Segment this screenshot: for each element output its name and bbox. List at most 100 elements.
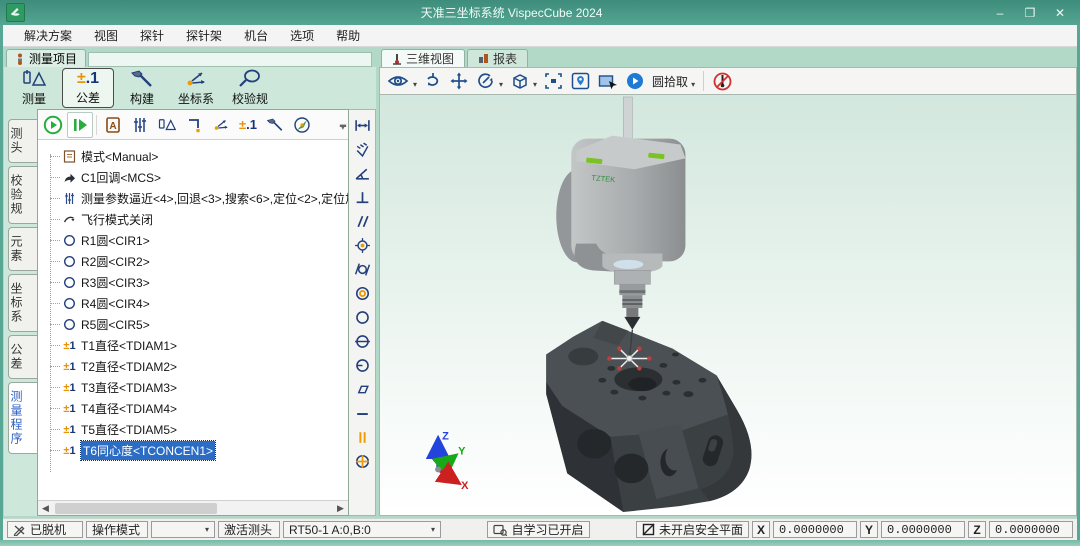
tolerance-category-button[interactable]: ±.1 公差: [62, 68, 114, 108]
tree-horizontal-scrollbar[interactable]: ◀ ▶: [38, 500, 348, 515]
construct-category-button[interactable]: 构建: [116, 68, 168, 108]
coordinate-system-category-button[interactable]: 坐标系: [170, 68, 222, 108]
params-icon: [61, 192, 78, 205]
op-mode-dropdown[interactable]: ▾: [151, 521, 215, 538]
run-button[interactable]: [40, 112, 66, 138]
straightness-icon[interactable]: [350, 402, 374, 425]
perpendicularity-icon[interactable]: [350, 186, 374, 209]
project-tab-strip: [88, 52, 372, 67]
tree-item-fly-mode[interactable]: 飞行模式关闭: [44, 209, 348, 230]
window-title: 天准三坐标系统 VispecCube 2024: [31, 4, 992, 21]
chevron-down-icon[interactable]: ▾: [413, 80, 417, 89]
cylindricity-icon[interactable]: [350, 258, 374, 281]
menu-view[interactable]: 视图: [83, 27, 129, 44]
tab-report[interactable]: 报表: [467, 49, 528, 67]
menu-solution[interactable]: 解决方案: [13, 27, 83, 44]
fit-view-button[interactable]: [541, 69, 566, 93]
circle-icon: [61, 297, 78, 310]
menu-machine[interactable]: 机台: [233, 27, 279, 44]
measure-params-button[interactable]: [127, 112, 153, 138]
symmetry-icon[interactable]: [350, 426, 374, 449]
tree-item-params[interactable]: 测量参数逼近<4>,回退<3>,搜索<6>,定位<2>,定位加<2>,测: [44, 188, 348, 209]
concentricity-icon[interactable]: [350, 282, 374, 305]
tree-item-circle[interactable]: R5圆<CIR5>: [44, 314, 348, 335]
parallelism-icon[interactable]: [350, 210, 374, 233]
tree-item-circle[interactable]: R4圆<CIR4>: [44, 293, 348, 314]
maximize-button[interactable]: ❐: [1022, 6, 1038, 20]
angularity-icon[interactable]: [350, 138, 374, 161]
auto-label-button[interactable]: A: [100, 112, 126, 138]
self-learn-status[interactable]: 自学习已开启: [487, 521, 589, 538]
menu-options[interactable]: 选项: [279, 27, 325, 44]
circle-line-icon[interactable]: [350, 330, 374, 353]
tolerance-icon: ±1: [61, 361, 78, 373]
tab-gauge[interactable]: 校验规: [8, 166, 37, 224]
chevron-down-icon[interactable]: ▾: [533, 80, 537, 89]
menu-help[interactable]: 帮助: [325, 27, 371, 44]
measure-element-button[interactable]: [154, 112, 180, 138]
distance-icon[interactable]: [350, 114, 374, 137]
circularity-icon[interactable]: [350, 306, 374, 329]
menu-probe-rack[interactable]: 探针架: [175, 27, 233, 44]
tree-item-tolerance[interactable]: ±1 T3直径<TDIAM3>: [44, 377, 348, 398]
safety-plane-status[interactable]: 未开启安全平面: [636, 521, 749, 538]
tab-3d-view[interactable]: 三维视图: [381, 49, 465, 67]
measure-category-button[interactable]: 测量: [8, 68, 60, 108]
select-window-button[interactable]: [595, 69, 621, 93]
minimize-button[interactable]: –: [992, 6, 1008, 20]
tree-item-circle[interactable]: R2圆<CIR2>: [44, 251, 348, 272]
tolerance-small-icon: ±.1: [239, 117, 257, 132]
project-tab-label: 测量项目: [29, 50, 77, 67]
view-cube-button[interactable]: [507, 69, 532, 93]
corner-feature-button[interactable]: [181, 112, 207, 138]
visibility-button[interactable]: [384, 69, 412, 93]
3d-viewport[interactable]: TZTEK: [379, 95, 1077, 516]
tree-item-tolerance[interactable]: ±1 T4直径<TDIAM4>: [44, 398, 348, 419]
gauge-category-button[interactable]: 校验规: [224, 68, 276, 108]
orbit-button[interactable]: [421, 69, 445, 93]
tree-item-circle[interactable]: R3圆<CIR3>: [44, 272, 348, 293]
tab-probe[interactable]: 测头: [8, 119, 37, 163]
menu-probe[interactable]: 探针: [129, 27, 175, 44]
circle-pick-label[interactable]: 圆拾取: [652, 73, 688, 90]
tab-measure-program[interactable]: 测量程序: [8, 382, 37, 454]
tab-measurement-project[interactable]: 测量项目: [6, 49, 86, 67]
corner-icon: [185, 116, 203, 134]
toolbar-overflow-button[interactable]: ▂▾: [340, 120, 346, 130]
scroll-left-arrow[interactable]: ◀: [38, 503, 53, 514]
sliders-icon: [131, 116, 149, 134]
measure-icon: [22, 69, 46, 89]
tree-item-tolerance[interactable]: ±1 T2直径<TDIAM2>: [44, 356, 348, 377]
coordinate-button[interactable]: [208, 112, 234, 138]
chevron-down-icon[interactable]: ▾: [499, 80, 503, 89]
probe-disable-button[interactable]: [710, 69, 735, 93]
position-cross-icon[interactable]: [350, 450, 374, 473]
orbit-icon: [424, 72, 442, 90]
active-probe-dropdown[interactable]: RT50-1 A:0,B:0 ▾: [283, 521, 441, 538]
tree-item-recall[interactable]: C1回调<MCS>: [44, 167, 348, 188]
construct-button[interactable]: [262, 112, 288, 138]
play-view-button[interactable]: [623, 69, 647, 93]
flatness-icon[interactable]: [350, 378, 374, 401]
scroll-right-arrow[interactable]: ▶: [333, 503, 348, 514]
locate-button[interactable]: [568, 69, 593, 93]
position-icon[interactable]: [350, 234, 374, 257]
scrollbar-thumb[interactable]: [55, 503, 217, 514]
tree-item-tolerance-selected[interactable]: ±1 T6同心度<TCONCEN1>: [44, 440, 348, 461]
rotate-view-button[interactable]: [473, 69, 498, 93]
tree-item-tolerance[interactable]: ±1 T5直径<TDIAM5>: [44, 419, 348, 440]
chevron-down-icon[interactable]: ▾: [691, 80, 695, 89]
close-button[interactable]: ✕: [1052, 6, 1068, 20]
alignment-button[interactable]: [289, 112, 315, 138]
tolerance-button[interactable]: ±.1: [235, 112, 261, 138]
tab-tolerance[interactable]: 公差: [8, 335, 37, 379]
tree-item-circle[interactable]: R1圆<CIR1>: [44, 230, 348, 251]
tab-elements[interactable]: 元素: [8, 227, 37, 271]
tree-item-mode[interactable]: 模式<Manual>: [44, 146, 348, 167]
tree-item-tolerance[interactable]: ±1 T1直径<TDIAM1>: [44, 335, 348, 356]
circle-radius-icon[interactable]: [350, 354, 374, 377]
step-run-button[interactable]: [67, 112, 93, 138]
tab-coordinate-system[interactable]: 坐标系: [8, 274, 37, 332]
angle-icon[interactable]: [350, 162, 374, 185]
pan-button[interactable]: [447, 69, 471, 93]
